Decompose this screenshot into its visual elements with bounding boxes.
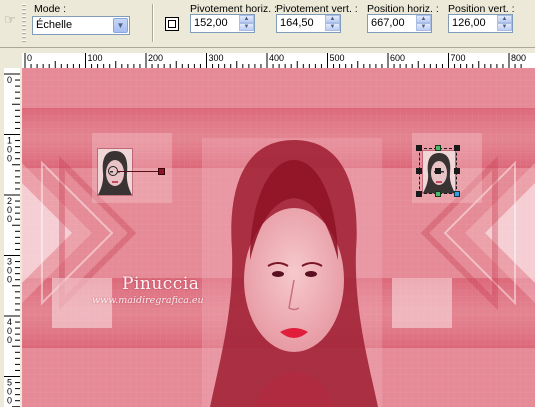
resize-handle-bottom-left[interactable] — [416, 191, 422, 197]
v-ruler-label: 0 — [7, 335, 12, 345]
toolbar-overflow — [521, 4, 535, 44]
rotation-arm — [118, 171, 160, 172]
chevron-down-icon[interactable]: ▼ — [113, 18, 128, 33]
center-pivot-icon[interactable] — [165, 17, 179, 31]
h-ruler-label: 100 — [88, 53, 103, 63]
watermark-name: Pinuccia — [122, 274, 200, 294]
position-horiz-input[interactable]: 667,00 ▲ ▼ — [367, 14, 432, 33]
pivot-vert-spinner[interactable]: ▲ ▼ — [325, 15, 340, 32]
h-ruler-label: 800 — [511, 53, 526, 63]
h-ruler-label: 200 — [148, 53, 163, 63]
main-portrait — [210, 140, 378, 407]
position-horiz-spinner[interactable]: ▲ ▼ — [416, 15, 431, 32]
h-ruler-label: 400 — [269, 53, 284, 63]
position-vert-spinner[interactable]: ▲ ▼ — [497, 15, 512, 32]
pivot-point[interactable] — [435, 168, 441, 174]
pivot-horiz-spinner[interactable]: ▲ ▼ — [239, 15, 254, 32]
pivot-vert-value: 164,50 — [280, 17, 314, 29]
h-ruler-label: 300 — [209, 53, 224, 63]
v-ruler-label: 0 — [7, 396, 12, 406]
pick-tool-icon[interactable]: ☞ — [2, 12, 18, 28]
tool-options-toolbar: ☞ Mode : Échelle ▼ Pivotement horiz. : 1… — [0, 0, 535, 48]
rotation-handle[interactable] — [158, 168, 165, 175]
v-ruler-label: 0 — [7, 154, 12, 164]
h-ruler-label: 600 — [390, 53, 405, 63]
image-canvas[interactable]: Pinuccia www.maidiregrafica.eu — [22, 68, 535, 407]
watermark-url: www.maidiregrafica.eu — [92, 295, 204, 306]
h-ruler-label: 500 — [330, 53, 345, 63]
toolbar-grip[interactable] — [22, 4, 26, 42]
v-ruler-label: 0 — [7, 75, 12, 85]
v-ruler-label: 0 — [7, 214, 12, 224]
resize-handle-top[interactable] — [435, 145, 441, 151]
pivot-vert-input[interactable]: 164,50 ▲ ▼ — [276, 14, 341, 33]
position-vert-value: 126,00 — [452, 17, 486, 29]
resize-handle-left[interactable] — [416, 168, 422, 174]
h-ruler-label: 0 — [27, 53, 32, 63]
resize-handle-top-left[interactable] — [416, 145, 422, 151]
toolbar-separator — [152, 4, 154, 42]
pivot-horiz-value: 152,00 — [194, 17, 228, 29]
pivot-horiz-input[interactable]: 152,00 ▲ ▼ — [190, 14, 255, 33]
position-horiz-value: 667,00 — [371, 17, 405, 29]
mode-select[interactable]: Échelle ▼ — [32, 16, 130, 35]
resize-handle-top-right[interactable] — [454, 145, 460, 151]
vertical-ruler[interactable]: 0100200300400500 — [0, 68, 22, 407]
resize-handle-right[interactable] — [454, 168, 460, 174]
position-vert-input[interactable]: 126,00 ▲ ▼ — [448, 14, 513, 33]
v-ruler-label: 0 — [7, 275, 12, 285]
rotation-pivot-handle[interactable] — [108, 166, 118, 176]
horizontal-ruler[interactable]: 0 100 200 300 400 500 600 700 800 — [0, 48, 535, 68]
resize-handle-bottom[interactable] — [435, 191, 441, 197]
h-ruler-label: 700 — [451, 53, 466, 63]
resize-handle-bottom-right[interactable] — [454, 191, 460, 197]
mode-value: Échelle — [36, 19, 73, 31]
mode-label: Mode : — [34, 3, 67, 15]
